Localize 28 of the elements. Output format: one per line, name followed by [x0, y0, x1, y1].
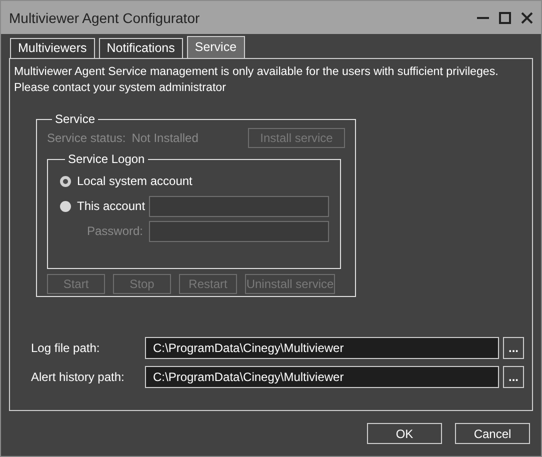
message-text: Multiviewer Agent Service management is only available for the users with sufficient privileges.	[14, 64, 500, 80]
group-title: Service	[54, 112, 96, 126]
radio-label: Local system account	[77, 174, 192, 188]
window-title: Multiviewer Agent Configurator	[9, 10, 201, 26]
browse-button[interactable]: ...	[503, 366, 524, 388]
password-label: Password:	[86, 224, 144, 238]
path-field[interactable]: C:\ProgramData\Cinegy\Multiviewer	[145, 366, 499, 388]
status-label: Service status:	[47, 131, 126, 145]
path-field[interactable]: C:\ProgramData\Cinegy\Multiviewer	[145, 337, 499, 359]
group-title: Service Logon	[67, 152, 146, 166]
message-text: Please contact your system administrator	[14, 80, 227, 96]
tab[interactable]: Notifications	[98, 38, 183, 58]
browse-button[interactable]: ...	[503, 337, 524, 359]
password-field[interactable]	[149, 220, 329, 242]
dialog-button[interactable]: OK	[367, 423, 442, 444]
tab[interactable]: Multiviewers	[10, 38, 95, 58]
path-label: Alert history path:	[31, 370, 126, 384]
minimize-icon[interactable]	[477, 16, 489, 19]
path-label: Log file path:	[31, 341, 101, 355]
radio-label: This account	[77, 199, 146, 213]
tab[interactable]: Service	[186, 36, 245, 58]
radio-button[interactable]	[60, 176, 71, 186]
account-field[interactable]	[149, 196, 329, 216]
dialog-button[interactable]: Cancel	[455, 423, 530, 444]
status-value: Not Installed	[132, 131, 198, 145]
maximize-icon[interactable]	[499, 12, 511, 24]
radio-button[interactable]	[60, 200, 71, 212]
close-icon[interactable]	[521, 12, 533, 24]
